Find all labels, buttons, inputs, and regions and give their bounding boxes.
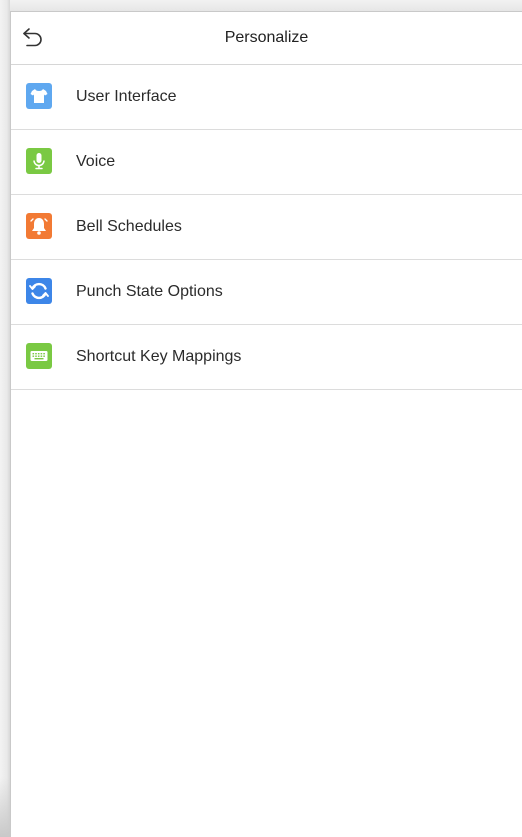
menu-item-shortcut-key-mappings[interactable]: Shortcut Key Mappings: [11, 325, 522, 390]
menu-item-label: User Interface: [76, 88, 177, 105]
menu-item-label: Shortcut Key Mappings: [76, 348, 242, 365]
menu-list: User Interface Voice Bell Schedules Punc…: [11, 65, 522, 390]
menu-item-voice[interactable]: Voice: [11, 130, 522, 195]
menu-item-user-interface[interactable]: User Interface: [11, 65, 522, 130]
menu-item-bell-schedules[interactable]: Bell Schedules: [11, 195, 522, 260]
keyboard-icon: [26, 343, 52, 369]
device-bezel-top: [0, 0, 522, 11]
menu-item-label: Bell Schedules: [76, 218, 182, 235]
page-title: Personalize: [224, 29, 309, 46]
menu-item-label: Voice: [76, 153, 116, 170]
header-bar: Personalize: [11, 12, 522, 65]
bell-icon: [26, 213, 52, 239]
menu-item-punch-state-options[interactable]: Punch State Options: [11, 260, 522, 325]
punch-state-icon: [26, 278, 52, 304]
shirt-icon: [26, 83, 52, 109]
device-bezel-left: [0, 0, 10, 837]
screen: Personalize User Interface Voice Bell Sc…: [10, 11, 522, 837]
menu-item-label: Punch State Options: [76, 283, 223, 300]
device-shadow: [0, 777, 10, 837]
microphone-icon: [26, 148, 52, 174]
